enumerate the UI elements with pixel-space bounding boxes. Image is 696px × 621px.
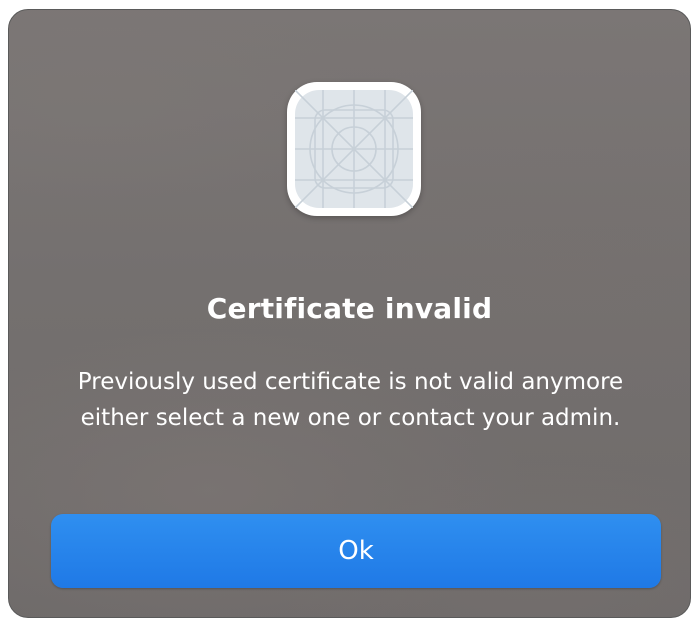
app-placeholder-grid-icon [287, 82, 421, 216]
dialog-message: Previously used certificate is not valid… [77, 369, 624, 431]
certificate-invalid-dialog: Certificate invalid Previously used cert… [8, 9, 691, 618]
ok-button[interactable]: Ok [51, 514, 661, 588]
dialog-title: Certificate invalid [206, 292, 493, 325]
